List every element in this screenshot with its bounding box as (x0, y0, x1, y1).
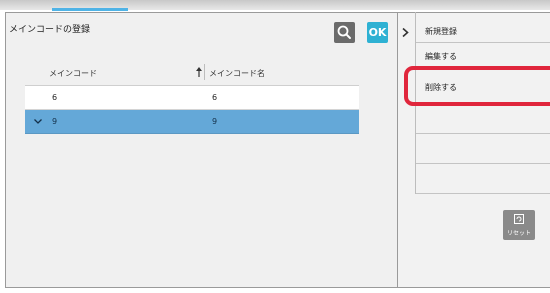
search-button[interactable] (334, 22, 355, 43)
page-title: メインコードの登録 (9, 25, 91, 35)
menu-item-empty (416, 105, 550, 134)
reset-button[interactable]: リセット (503, 210, 535, 240)
row-code: 6 (52, 93, 58, 102)
reset-icon (514, 214, 524, 224)
collapse-panel-button[interactable] (398, 22, 414, 43)
chevron-down-icon (34, 119, 42, 124)
sort-ascending-icon[interactable] (195, 66, 203, 78)
table-row[interactable]: 6 6 (25, 86, 359, 110)
menu-item-new-registration[interactable]: 新規登録 (416, 17, 550, 43)
column-header-name[interactable]: メインコード名 (209, 68, 265, 79)
row-code: 9 (52, 117, 58, 126)
menu-item-empty (416, 164, 550, 194)
reset-label: リセット (506, 230, 531, 237)
menu-item-label: 編集する (425, 52, 457, 61)
row-code-name: 6 (212, 93, 218, 102)
menu-item-edit[interactable]: 編集する (416, 43, 550, 67)
row-code-name: 9 (212, 117, 218, 126)
table-header: メインコード メインコード名 (25, 60, 359, 86)
code-table: メインコード メインコード名 6 6 9 9 (25, 60, 359, 134)
column-divider (204, 64, 205, 80)
active-tab-indicator (52, 8, 128, 11)
menu-item-empty (416, 134, 550, 164)
chevron-right-icon (402, 27, 409, 38)
menu-item-label: 新規登録 (425, 27, 457, 36)
search-icon (337, 25, 351, 39)
column-header-code[interactable]: メインコード (49, 68, 97, 79)
ok-button[interactable]: OK (367, 22, 388, 43)
table-row-selected[interactable]: 9 9 (25, 110, 359, 134)
main-panel (5, 12, 398, 288)
highlight-callout (404, 66, 550, 106)
